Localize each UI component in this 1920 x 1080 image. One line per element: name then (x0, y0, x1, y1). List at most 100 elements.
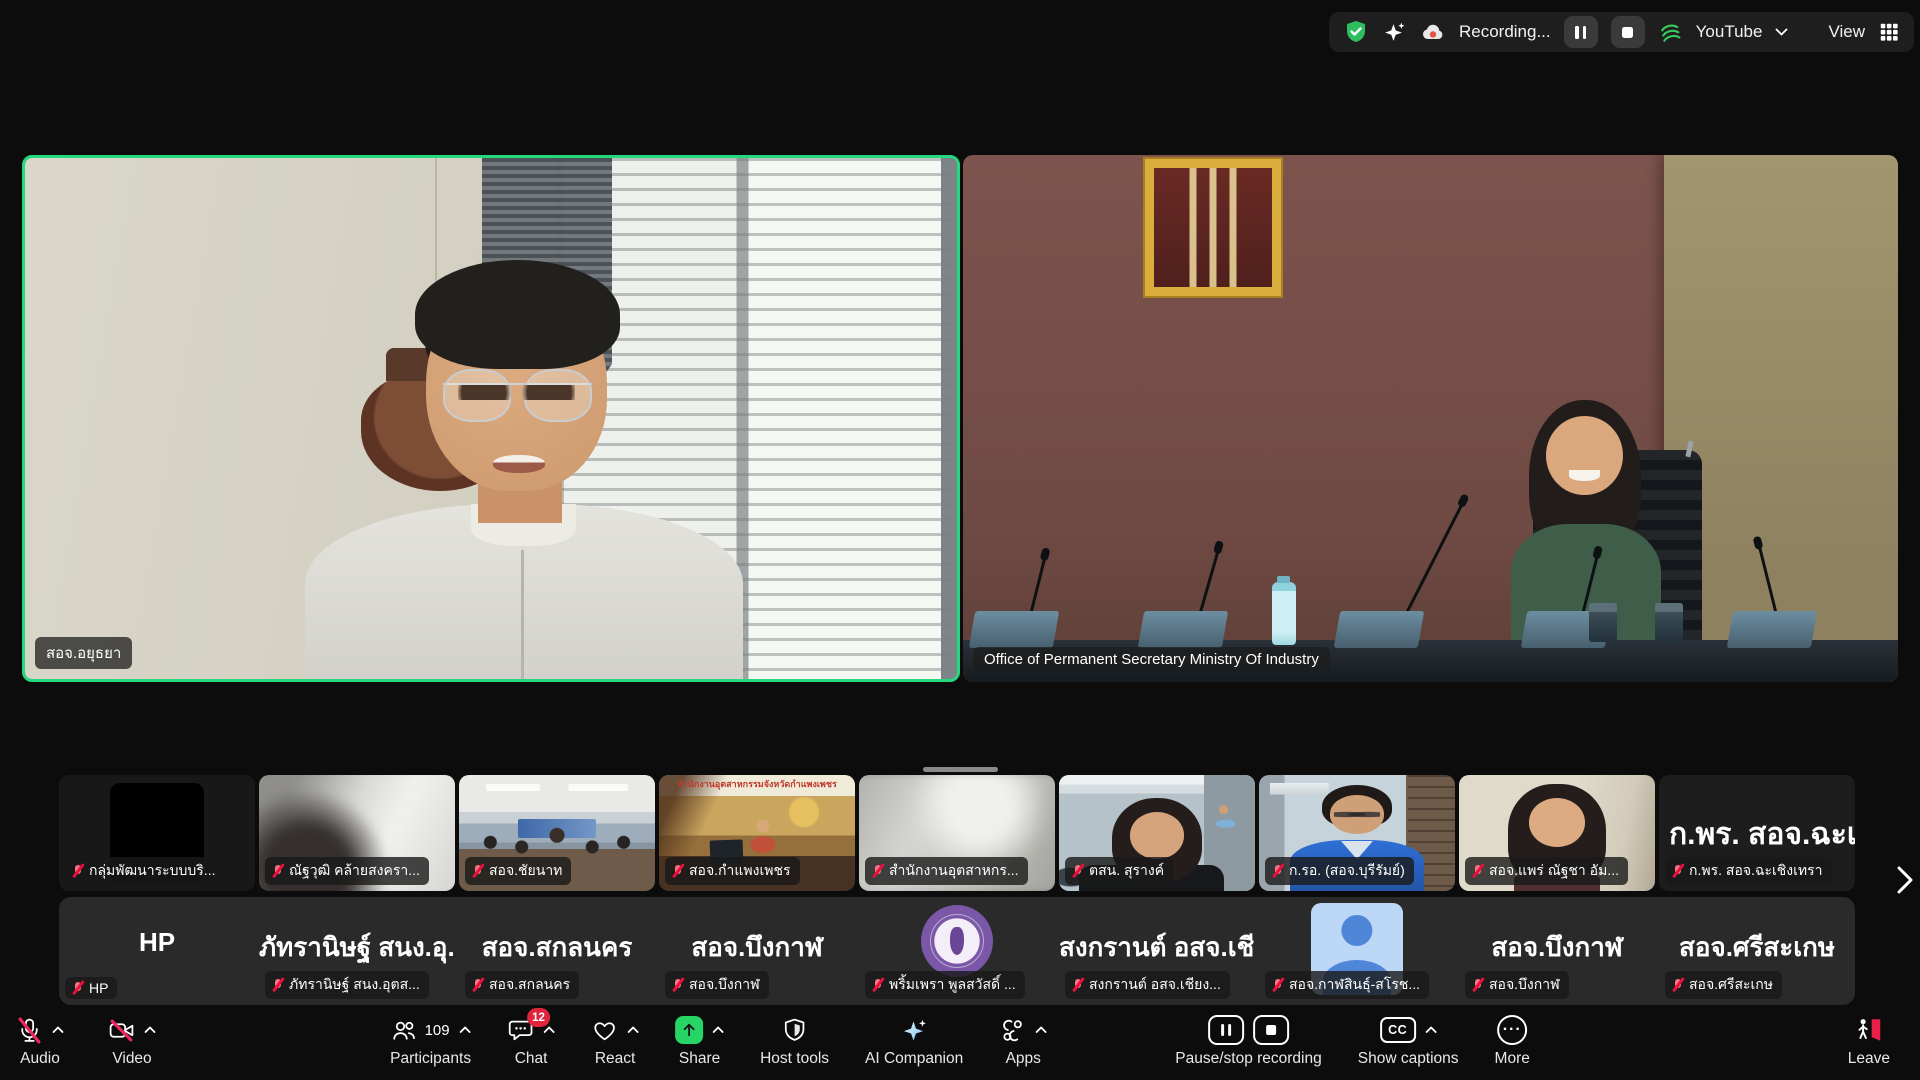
security-shield-icon[interactable] (1343, 19, 1369, 45)
ministry-logo-avatar (921, 905, 993, 977)
pause-recording-button[interactable] (1564, 16, 1598, 48)
office-banner-text: สำนักงานอุตสาหกรรมจังหวัดกำแพงเพชร (659, 777, 855, 791)
apps-icon (999, 1017, 1026, 1044)
woman-face (1546, 416, 1623, 495)
muted-mic-icon (671, 863, 684, 879)
participant-tile[interactable]: พริ้มเพรา พูลสวัสดิ์ ... (859, 897, 1055, 1005)
chevron-down-icon[interactable] (1775, 28, 1788, 36)
participant-tile[interactable]: ภัทรานิษฐ์ สนง.อุ... ภัทรานิษฐ์ สนง.อุตส… (259, 897, 455, 1005)
mic-console (1137, 611, 1228, 648)
participant-tile[interactable]: ตสน. สุรางค์ (1059, 775, 1255, 891)
pause-recording-icon (1208, 1015, 1244, 1045)
muted-mic-icon (1671, 863, 1684, 879)
muted-mic-icon (1671, 977, 1684, 993)
view-button-label[interactable]: View (1828, 22, 1865, 42)
muted-mic-icon (871, 977, 884, 993)
ai-companion-sparkle-icon[interactable] (1382, 20, 1407, 45)
react-button[interactable]: React (591, 1012, 639, 1068)
host-tools-button[interactable]: Host tools (760, 1012, 829, 1068)
participant-tile[interactable]: สำนักงานอุตสาหกร... (859, 775, 1055, 891)
zoom-meeting-window: Recording... YouTube View (0, 0, 1920, 1080)
leave-button[interactable]: Leave (1848, 1012, 1890, 1068)
muted-mic-icon (871, 863, 884, 879)
muted-camera-icon (108, 1017, 135, 1044)
participant-tile[interactable]: ณัฐวุฒิ คล้ายสงครา... (259, 775, 455, 891)
muted-mic-icon (1071, 977, 1084, 993)
mic-console (1726, 611, 1817, 648)
live-stream-icon (1655, 17, 1685, 47)
participant-tile[interactable]: สอจ.ชัยนาท (459, 775, 655, 891)
muted-mic-icon (271, 863, 284, 879)
tumbler (1655, 603, 1683, 643)
stream-service-label[interactable]: YouTube (1696, 22, 1763, 42)
participants-icon (391, 1017, 418, 1044)
active-speaker-video[interactable]: สอจ.อยุธยา (22, 155, 960, 682)
stop-recording-button[interactable] (1611, 16, 1645, 48)
video-button[interactable]: Video (108, 1012, 156, 1068)
muted-mic-icon (1271, 863, 1284, 879)
leave-door-icon (1854, 1015, 1884, 1045)
participant-tile[interactable]: สอจ.แพร่ ณัฐชา อัม... (1459, 775, 1655, 891)
apps-button[interactable]: Apps (999, 1012, 1047, 1068)
show-captions-button[interactable]: CC Show captions (1358, 1012, 1459, 1068)
muted-mic-icon (1471, 977, 1484, 993)
ai-sparkle-icon (901, 1017, 928, 1044)
muted-mic-icon (16, 1017, 43, 1044)
chevron-up-icon[interactable] (144, 1026, 156, 1034)
view-grid-icon[interactable] (1878, 21, 1900, 43)
more-button[interactable]: ··· More (1495, 1012, 1530, 1068)
participants-count: 109 (425, 1022, 450, 1039)
chevron-right-icon (1896, 865, 1914, 895)
chevron-up-icon[interactable] (1035, 1026, 1047, 1034)
more-dots-icon: ··· (1497, 1015, 1527, 1045)
tumbler (1589, 603, 1617, 643)
captions-icon: CC (1380, 1017, 1416, 1043)
participant-tile[interactable]: สอจ.บึงกาฬ สอจ.บึงกาฬ (659, 897, 855, 1005)
participant-tile[interactable]: สอจ.บึงกาฬ สอจ.บึงกาฬ (1459, 897, 1655, 1005)
participant-tile[interactable]: สำนักงานอุตสาหกรรมจังหวัดกำแพงเพชร สอจ.ก… (659, 775, 855, 891)
participant-tile[interactable]: กลุ่มพัฒนาระบบบริ... (59, 775, 255, 891)
mic-console (969, 611, 1060, 648)
participant-name-pill: สอจ.อยุธยา (35, 637, 132, 669)
secondary-video[interactable]: Office of Permanent Secretary Ministry O… (963, 155, 1898, 682)
participant-tile[interactable]: สอจ.ศรีสะเกษ สอจ.ศรีสะเกษ (1659, 897, 1855, 1005)
participant-tile[interactable]: ก.พร. สอจ.ฉะเชิง... ก.พร. สอจ.ฉะเชิงเทรา (1659, 775, 1855, 891)
royal-portrait-frame (1145, 159, 1281, 296)
ai-companion-button[interactable]: AI Companion (865, 1012, 963, 1068)
chevron-up-icon[interactable] (459, 1026, 471, 1034)
top-status-bar: Recording... YouTube View (1329, 12, 1914, 52)
participant-tile[interactable]: HP HP (59, 897, 255, 1005)
recording-status-text: Recording... (1459, 22, 1551, 42)
participant-filmstrip-row2: HP HP ภัทรานิษฐ์ สนง.อุ... ภัทรานิษฐ์ สน… (59, 897, 1855, 1005)
participant-filmstrip-row1: กลุ่มพัฒนาระบบบริ... ณัฐวุฒิ คล้ายสงครา.… (59, 775, 1855, 891)
cloud-recording-icon (1420, 21, 1446, 43)
water-bottle (1272, 582, 1296, 645)
participant-display-name: ก.พร. สอจ.ฉะเชิง... (1669, 811, 1855, 858)
chevron-up-icon[interactable] (627, 1026, 639, 1034)
participant-tile[interactable]: สอจ.สกลนคร สอจ.สกลนคร (459, 897, 655, 1005)
participants-button[interactable]: 109 Participants (390, 1012, 471, 1068)
shield-icon (781, 1017, 808, 1044)
heart-icon (591, 1017, 618, 1044)
chevron-up-icon[interactable] (543, 1026, 555, 1034)
chevron-up-icon[interactable] (1425, 1026, 1437, 1034)
mic-console (1334, 611, 1425, 648)
chevron-up-icon[interactable] (712, 1026, 724, 1034)
chevron-up-icon[interactable] (52, 1026, 64, 1034)
filmstrip-resize-handle[interactable] (923, 767, 998, 772)
muted-mic-icon (71, 980, 84, 996)
pause-stop-recording-button[interactable]: Pause/stop recording (1175, 1012, 1321, 1068)
participant-tile[interactable]: ก.รอ. (สอจ.บุรีรัมย์) (1259, 775, 1455, 891)
muted-mic-icon (271, 977, 284, 993)
meeting-room-scene (963, 155, 1898, 682)
filmstrip-next-button[interactable] (1892, 860, 1918, 900)
audio-button[interactable]: Audio (16, 1012, 64, 1068)
participant-tile[interactable]: สงกรานต์ อสจ.เชี... สงกรานต์ อสจ.เชียง..… (1059, 897, 1255, 1005)
muted-mic-icon (471, 863, 484, 879)
muted-mic-icon (1271, 977, 1284, 993)
chat-button[interactable]: 12 Chat (507, 1012, 555, 1068)
speaker-body (305, 504, 743, 681)
participant-tile[interactable]: สอจ.กาฬสินธุ์-สโรช... (1259, 897, 1455, 1005)
muted-mic-icon (1071, 863, 1084, 879)
share-button[interactable]: Share (675, 1012, 724, 1068)
